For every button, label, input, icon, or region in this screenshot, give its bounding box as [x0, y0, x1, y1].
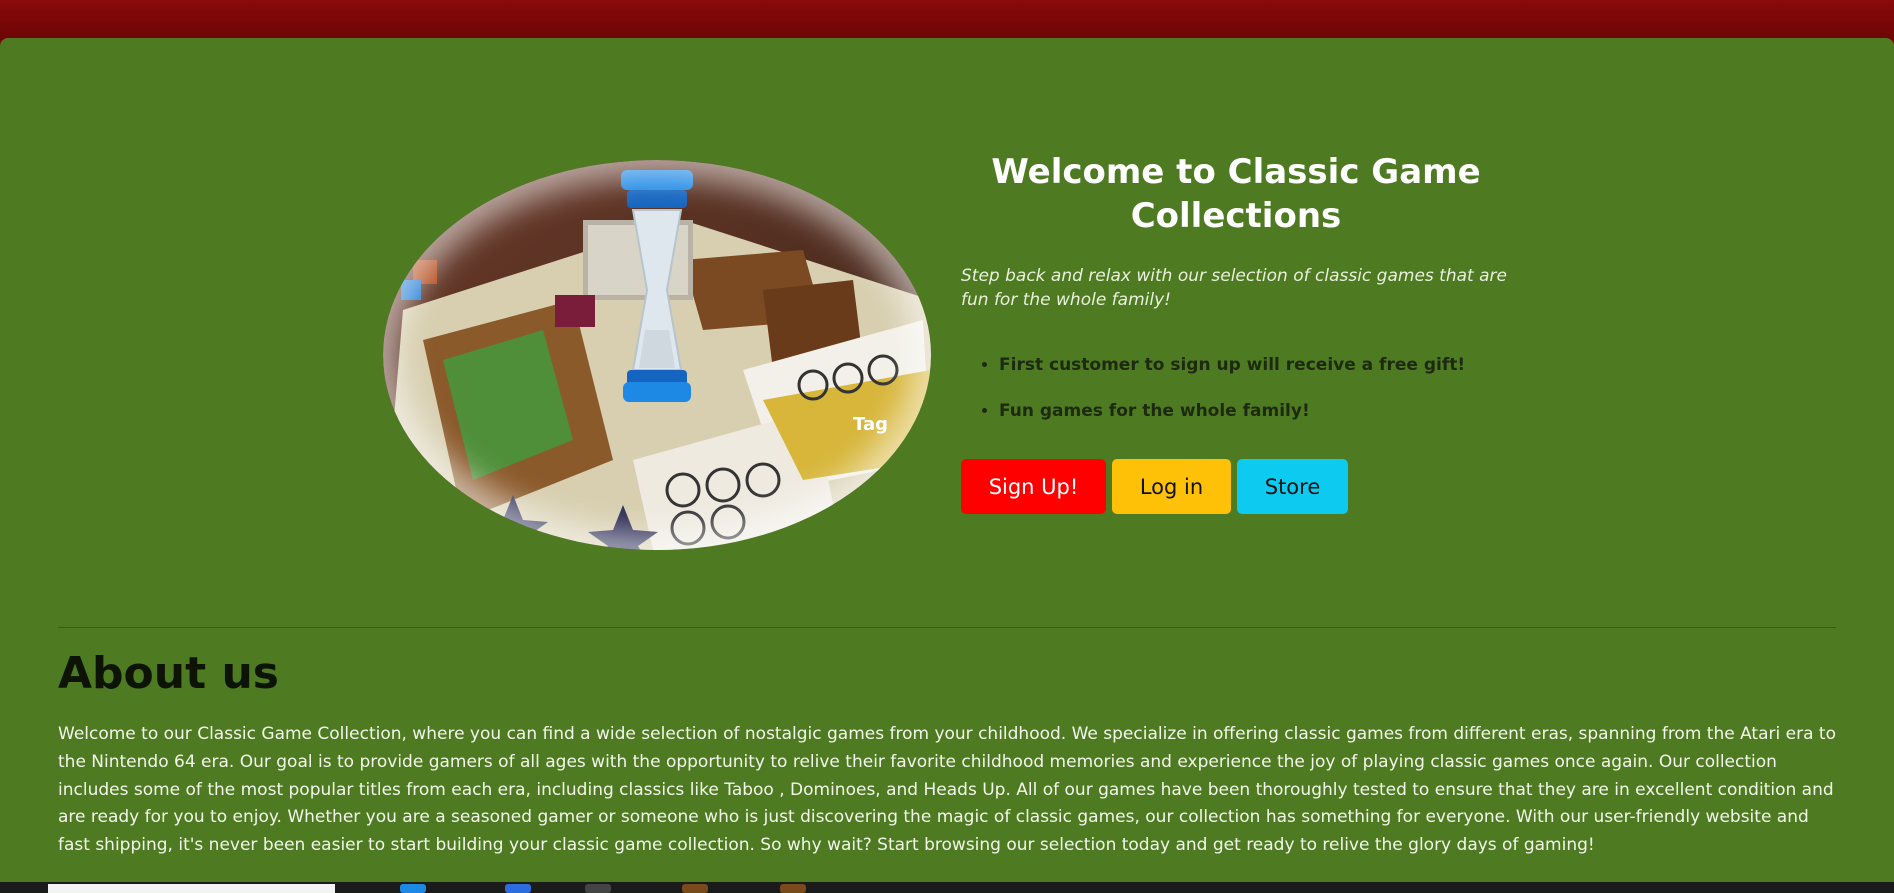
- taskbar-app-icon[interactable]: [780, 884, 806, 893]
- section-divider: [58, 627, 1836, 628]
- about-heading: About us: [58, 648, 279, 699]
- taskbar-app-icon[interactable]: [682, 884, 708, 893]
- card-tag-label: Tag: [853, 414, 888, 435]
- feature-list: First customer to sign up will receive a…: [961, 354, 1511, 422]
- page-title: Welcome to Classic Game Collections: [991, 152, 1481, 236]
- feature-item-family: Fun games for the whole family!: [999, 400, 1511, 422]
- taskbar-search-box[interactable]: [48, 884, 335, 893]
- os-taskbar: [0, 882, 1894, 893]
- taskbar-app-icon[interactable]: [400, 884, 426, 893]
- login-button[interactable]: Log in: [1112, 459, 1231, 514]
- action-buttons: Sign Up! Log in Store: [961, 459, 1348, 514]
- taskbar-app-icon[interactable]: [585, 884, 611, 893]
- board-game-image: Tag: [383, 160, 931, 550]
- feature-item-free-gift: First customer to sign up will receive a…: [999, 354, 1511, 376]
- hero-subtitle: Step back and relax with our selection o…: [961, 266, 1507, 310]
- store-button[interactable]: Store: [1237, 459, 1348, 514]
- top-banner: [0, 0, 1894, 40]
- signup-button[interactable]: Sign Up!: [961, 459, 1106, 514]
- hero-section: Welcome to Classic Game Collections Step…: [961, 150, 1511, 446]
- taskbar-app-icon[interactable]: [505, 884, 531, 893]
- about-paragraph: Welcome to our Classic Game Collection, …: [58, 724, 1836, 856]
